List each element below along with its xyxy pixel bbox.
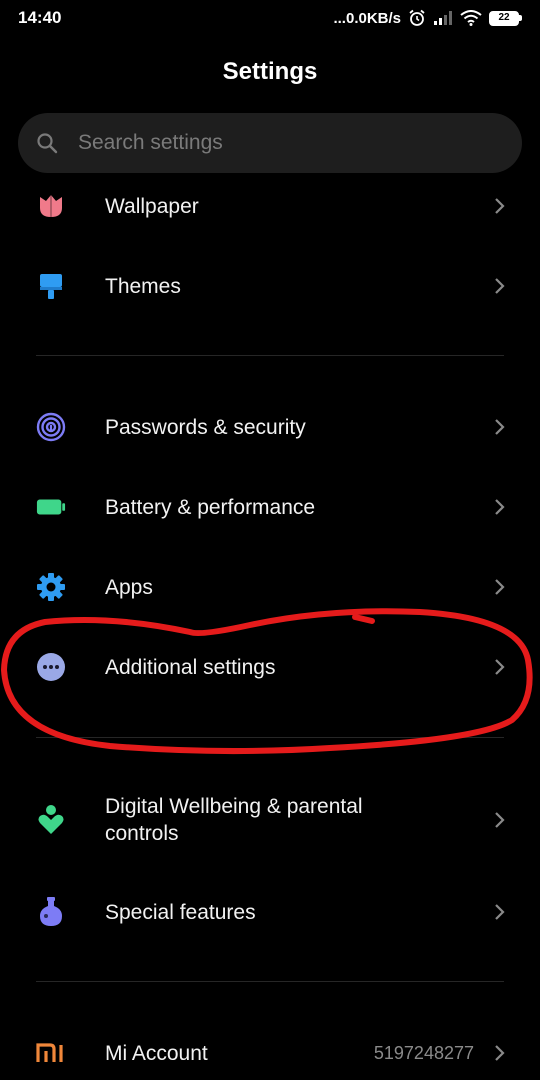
- settings-item-battery-performance[interactable]: Battery & performance: [0, 481, 540, 533]
- settings-item-themes[interactable]: Themes: [0, 260, 540, 312]
- chevron-right-icon: [495, 812, 505, 828]
- signal-icon: [434, 11, 452, 25]
- settings-item-label: Battery & performance: [105, 495, 316, 519]
- themes-icon: [36, 271, 66, 301]
- settings-item-apps[interactable]: Apps: [0, 561, 540, 613]
- section-divider: [36, 355, 504, 356]
- settings-item-label: Themes: [105, 274, 181, 298]
- page-title: Settings: [222, 58, 318, 85]
- settings-item-additional-settings[interactable]: Additional settings: [0, 641, 540, 693]
- account-id: 5197248277: [373, 1042, 474, 1063]
- flask-icon: [36, 897, 66, 927]
- battery-icon: 22: [489, 10, 522, 26]
- gear-icon: [36, 572, 66, 602]
- settings-item-passwords-security[interactable]: Passwords & security: [0, 401, 540, 453]
- settings-item-label: Additional settings: [105, 655, 276, 679]
- status-icons: ...0.0KB/s 22: [333, 7, 522, 29]
- settings-item-label: Mi Account: [105, 1041, 208, 1065]
- network-speed: ...0.0KB/s: [333, 9, 401, 27]
- chevron-right-icon: [495, 419, 505, 435]
- status-bar: 14:40 ...0.0KB/s 22: [0, 0, 540, 36]
- fingerprint-icon: [36, 412, 66, 442]
- search-bar[interactable]: [18, 113, 522, 173]
- chevron-right-icon: [495, 499, 505, 515]
- more-dots-icon: [36, 652, 66, 682]
- status-time: 14:40: [18, 8, 62, 27]
- battery-level: 22: [498, 11, 510, 23]
- chevron-right-icon: [495, 198, 505, 214]
- chevron-right-icon: [495, 1045, 505, 1061]
- chevron-right-icon: [495, 659, 505, 675]
- mi-logo-icon: [36, 1038, 66, 1068]
- settings-item-digital-wellbeing[interactable]: Digital Wellbeing & parental controls: [0, 790, 540, 850]
- battery-icon: [36, 492, 66, 522]
- settings-item-mi-account[interactable]: Mi Account 5197248277: [0, 1027, 540, 1079]
- section-divider: [36, 737, 504, 738]
- settings-item-label: Wallpaper: [105, 194, 199, 218]
- wifi-icon: [460, 10, 482, 26]
- settings-item-label: Apps: [105, 575, 153, 599]
- wellbeing-icon: [36, 805, 66, 835]
- search-input[interactable]: [78, 131, 498, 155]
- settings-item-wallpaper[interactable]: Wallpaper: [0, 180, 540, 232]
- chevron-right-icon: [495, 278, 505, 294]
- alarm-icon: [409, 9, 425, 26]
- chevron-right-icon: [495, 579, 505, 595]
- settings-item-label: Special features: [105, 900, 256, 924]
- settings-item-label: Digital Wellbeing & parental controls: [105, 795, 363, 845]
- settings-item-special-features[interactable]: Special features: [0, 886, 540, 938]
- settings-item-label: Passwords & security: [105, 415, 306, 439]
- chevron-right-icon: [495, 904, 505, 920]
- section-divider: [36, 981, 504, 982]
- wallpaper-icon: [36, 191, 66, 221]
- search-icon: [37, 133, 58, 154]
